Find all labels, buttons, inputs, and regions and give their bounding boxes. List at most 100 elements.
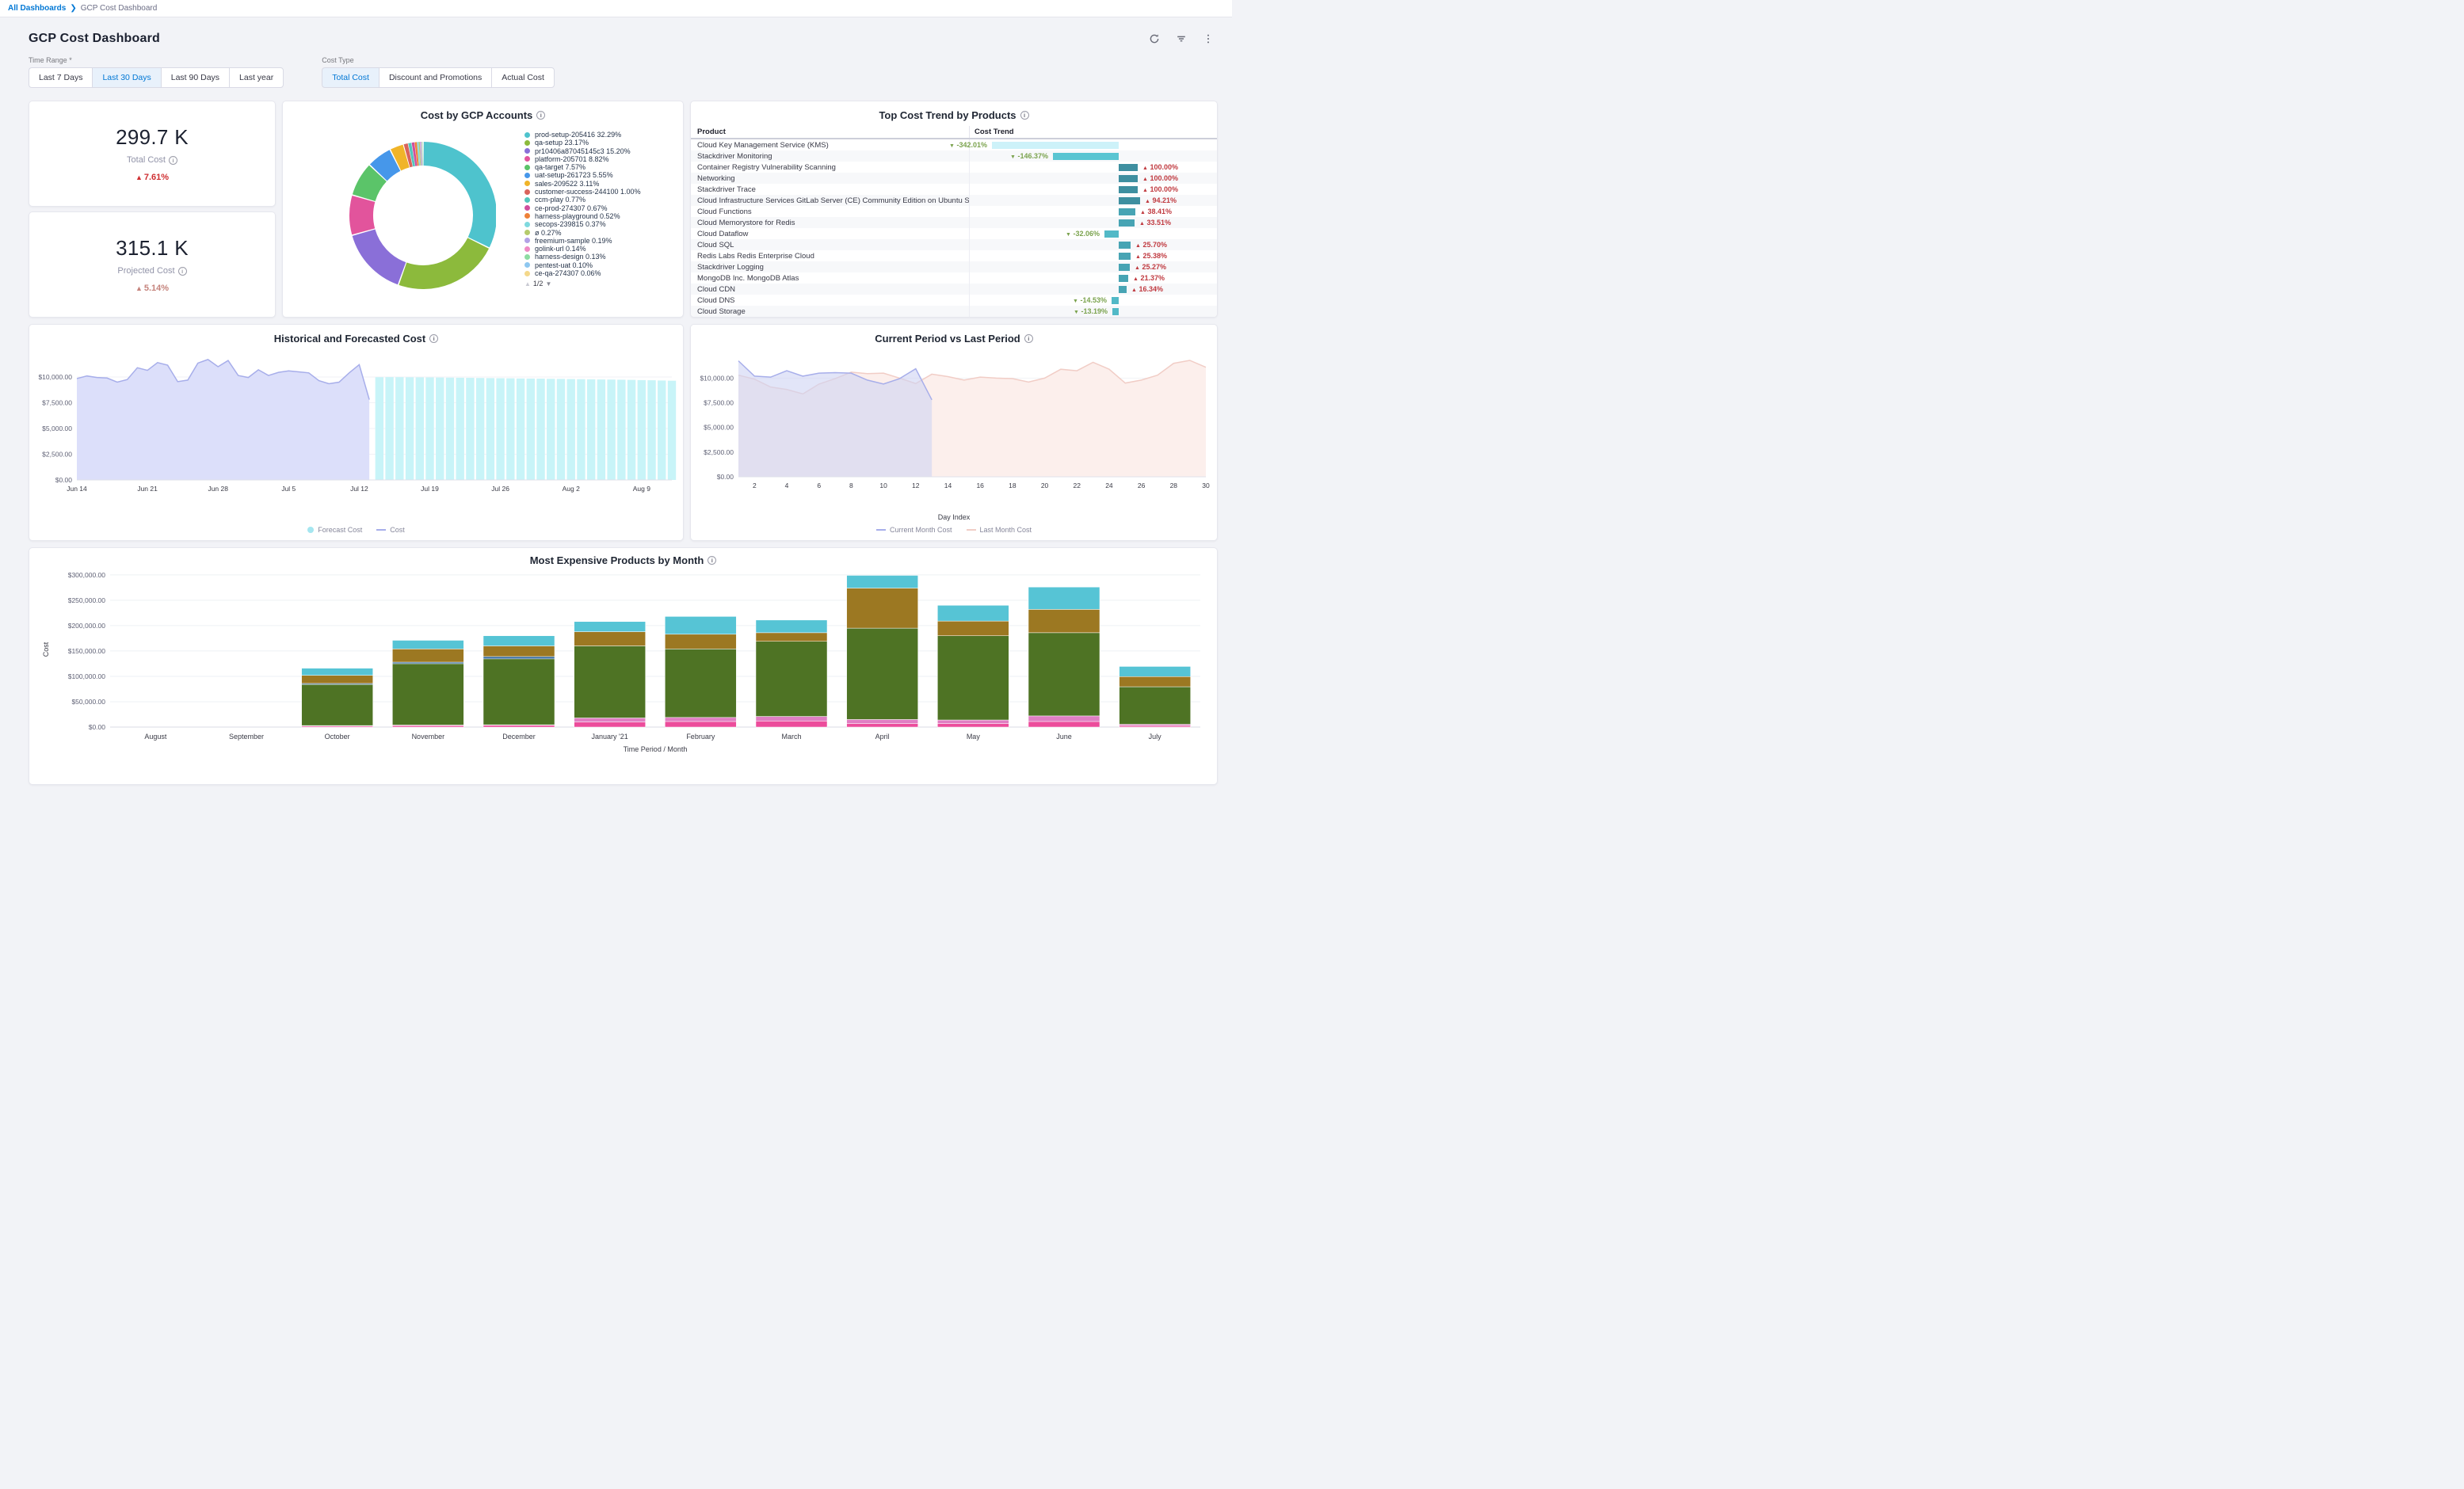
table-row[interactable]: Cloud Storage ▼ -13.19%	[691, 306, 1217, 317]
info-icon[interactable]: i	[708, 556, 716, 565]
info-icon[interactable]: i	[178, 267, 187, 276]
table-row[interactable]: Stackdriver Monitoring▼ -146.37%	[691, 150, 1217, 162]
legend-item-secops-239815[interactable]: secops-239815 0.37%	[524, 220, 683, 228]
legend-last-month-cost[interactable]: Last Month Cost	[967, 526, 1032, 534]
product-cell: Cloud Key Management Service (KMS)	[691, 141, 969, 150]
table-row[interactable]: Cloud Key Management Service (KMS)▼ -342…	[691, 139, 1217, 150]
legend-item-ccm-play[interactable]: ccm-play 0.77%	[524, 196, 683, 204]
trend-table-title: Top Cost Trend by Products	[879, 109, 1016, 121]
legend-item-qa-target[interactable]: qa-target 7.57%	[524, 163, 683, 171]
cost-type-option-discount-and-promotions[interactable]: Discount and Promotions	[379, 67, 491, 88]
donut-legend: prod-setup-205416 32.29%qa-setup 23.17%p…	[524, 131, 683, 277]
svg-text:$7,500.00: $7,500.00	[42, 399, 72, 407]
legend-item-ø[interactable]: ø 0.27%	[524, 229, 683, 237]
historical-forecast-chart[interactable]: $0.00$2,500.00$5,000.00$7,500.00$10,000.…	[36, 350, 678, 508]
cost-type-option-total-cost[interactable]: Total Cost	[322, 67, 379, 88]
stacked-bar-segment	[574, 622, 646, 632]
legend-item-uat-setup-261723[interactable]: uat-setup-261723 5.55%	[524, 171, 683, 179]
product-cell: Cloud Infrastructure Services GitLab Ser…	[691, 196, 969, 205]
svg-text:16: 16	[976, 482, 984, 489]
stacked-bar-segment	[937, 724, 1009, 727]
info-icon[interactable]: i	[536, 111, 545, 120]
info-icon[interactable]: i	[429, 334, 438, 343]
table-row[interactable]: Stackdriver Logging▲ 25.27%	[691, 261, 1217, 272]
svg-text:April: April	[875, 733, 890, 741]
legend-item-pentest-uat[interactable]: pentest-uat 0.10%	[524, 261, 683, 269]
legend-item-harness-playground[interactable]: harness-playground 0.52%	[524, 212, 683, 220]
svg-text:$5,000.00: $5,000.00	[704, 424, 734, 432]
legend-forecast-cost[interactable]: Forecast Cost	[307, 526, 362, 534]
table-row[interactable]: Stackdriver Trace▲ 100.00%	[691, 184, 1217, 195]
trend-bar	[1119, 242, 1131, 249]
gcp-accounts-donut-chart[interactable]	[335, 128, 496, 303]
info-icon[interactable]: i	[1020, 111, 1029, 120]
column-header-cost-trend[interactable]: Cost Trend	[969, 126, 1212, 138]
stacked-bar-segment	[847, 724, 918, 727]
legend-item-ce-prod-274307[interactable]: ce-prod-274307 0.67%	[524, 204, 683, 212]
info-icon[interactable]: i	[1024, 334, 1033, 343]
legend-label: freemium-sample 0.19%	[535, 237, 612, 245]
legend-dot	[524, 254, 530, 260]
table-row[interactable]: Cloud Functions▲ 38.41%	[691, 206, 1217, 217]
breadcrumb-link-all-dashboards[interactable]: All Dashboards	[8, 4, 66, 13]
trend-bar	[1119, 219, 1135, 227]
monthly-stacked-bar-chart[interactable]: $0.00$50,000.00$100,000.00$150,000.00$20…	[37, 570, 1210, 760]
legend-item-platform-205701[interactable]: platform-205701 8.82%	[524, 155, 683, 163]
stacked-bar-segment	[302, 676, 373, 684]
legend-item-golink-url[interactable]: golink-url 0.14%	[524, 245, 683, 253]
cost-trend-cell: ▲ 33.51%	[969, 217, 1212, 228]
legend-item-qa-setup[interactable]: qa-setup 23.17%	[524, 139, 683, 147]
filter-icon[interactable]	[1175, 32, 1188, 45]
stacked-bar-segment	[1028, 587, 1100, 609]
projected-cost-delta: ▲5.14%	[135, 284, 169, 293]
info-icon[interactable]: i	[169, 156, 177, 165]
table-row[interactable]: Cloud Infrastructure Services GitLab Ser…	[691, 195, 1217, 206]
period-comparison-chart[interactable]: $0.00$2,500.00$5,000.00$7,500.00$10,000.…	[697, 350, 1212, 505]
legend-dot	[524, 238, 530, 243]
trend-bar	[1119, 253, 1131, 260]
legend-item-prod-setup-205416[interactable]: prod-setup-205416 32.29%	[524, 131, 683, 139]
legend-item-sales-209522[interactable]: sales-209522 3.11%	[524, 180, 683, 188]
table-row[interactable]: Cloud Memorystore for Redis▲ 33.51%	[691, 217, 1217, 228]
legend-current-month-cost[interactable]: Current Month Cost	[876, 526, 952, 534]
svg-text:Aug 9: Aug 9	[633, 485, 650, 493]
legend-page-up-icon[interactable]: ▲	[524, 280, 531, 288]
legend-page-down-icon[interactable]: ▼	[545, 280, 551, 288]
legend-item-freemium-sample[interactable]: freemium-sample 0.19%	[524, 237, 683, 245]
more-menu-icon[interactable]	[1202, 32, 1215, 45]
table-row[interactable]: Networking▲ 100.00%	[691, 173, 1217, 184]
legend-item-customer-success-244100[interactable]: customer-success-244100 1.00%	[524, 188, 683, 196]
legend-item-harness-design[interactable]: harness-design 0.13%	[524, 253, 683, 261]
svg-text:Jun 14: Jun 14	[67, 485, 87, 493]
table-row[interactable]: Redis Labs Redis Enterprise Cloud▲ 25.38…	[691, 250, 1217, 261]
time-range-option-last-30-days[interactable]: Last 30 Days	[92, 67, 160, 88]
time-range-option-last-year[interactable]: Last year	[229, 67, 284, 88]
table-row[interactable]: Cloud DNS▼ -14.53%	[691, 295, 1217, 306]
table-row[interactable]: Cloud CDN▲ 16.34%	[691, 284, 1217, 295]
legend-label: ø 0.27%	[535, 229, 562, 237]
time-range-option-last-90-days[interactable]: Last 90 Days	[161, 67, 229, 88]
legend-item-ce-qa-274307[interactable]: ce-qa-274307 0.06%	[524, 269, 683, 277]
table-row[interactable]: Cloud Dataflow▼ -32.06%	[691, 228, 1217, 239]
legend-label: uat-setup-261723 5.55%	[535, 171, 613, 179]
column-header-product[interactable]: Product	[691, 128, 969, 136]
trend-bar	[992, 142, 1119, 149]
svg-text:4: 4	[785, 482, 789, 489]
legend-cost[interactable]: Cost	[376, 526, 405, 534]
cost-type-option-actual-cost[interactable]: Actual Cost	[491, 67, 555, 88]
stacked-bar-segment	[574, 646, 646, 718]
product-cell: Cloud Storage	[691, 307, 969, 316]
trend-value: ▼ -13.19%	[1074, 307, 1108, 315]
refresh-icon[interactable]	[1148, 32, 1161, 45]
projected-cost-kpi-card: 315.1 K Projected Costi ▲5.14%	[29, 211, 276, 318]
total-cost-kpi-card: 299.7 K Total Costi ▲7.61%	[29, 101, 276, 207]
cost-trend-cell: ▼ -32.06%	[969, 228, 1212, 239]
table-row[interactable]: Cloud SQL▲ 25.70%	[691, 239, 1217, 250]
svg-text:28: 28	[1170, 482, 1178, 489]
table-row[interactable]: Container Registry Vulnerability Scannin…	[691, 162, 1217, 173]
current-vs-last-period-card: Current Period vs Last Periodi $0.00$2,5…	[690, 324, 1218, 541]
time-range-option-last-7-days[interactable]: Last 7 Days	[29, 67, 92, 88]
table-row[interactable]: MongoDB Inc. MongoDB Atlas▲ 21.37%	[691, 272, 1217, 284]
legend-item-pr10406a87045145c3[interactable]: pr10406a87045145c3 15.20%	[524, 147, 683, 155]
legend-dot	[524, 246, 530, 252]
